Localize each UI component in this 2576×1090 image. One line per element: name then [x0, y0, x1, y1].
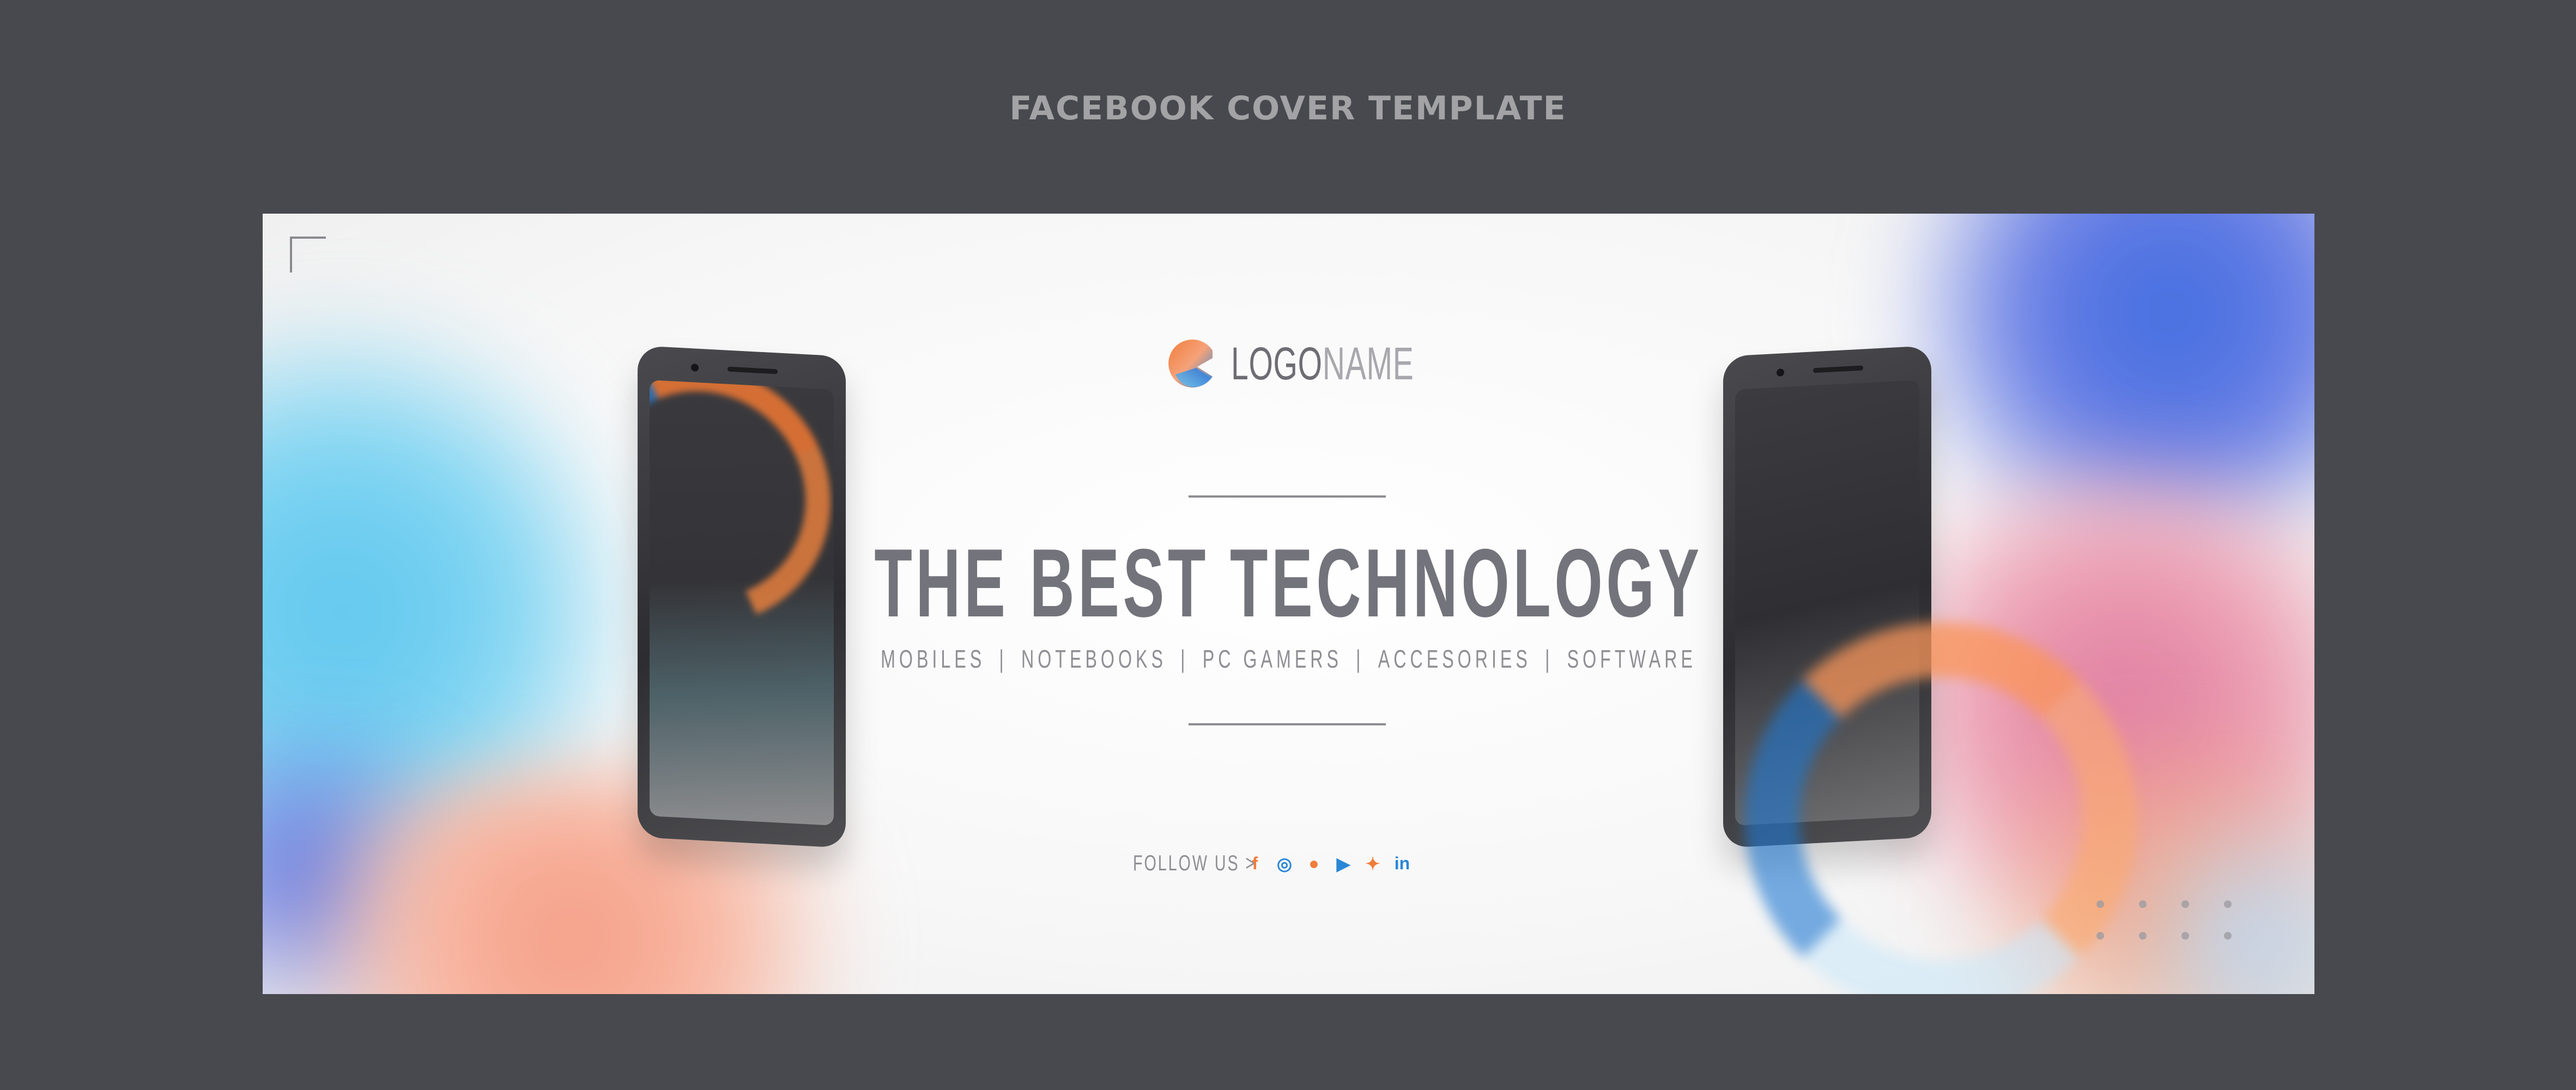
category-separator: |: [999, 645, 1008, 673]
category-item: NOTEBOOKS: [1021, 645, 1167, 673]
logo-text-bold: LOGO: [1231, 337, 1323, 389]
decorative-dot: [2181, 932, 2189, 940]
decorative-dot: [2224, 900, 2232, 908]
decorative-dot: [2224, 932, 2232, 940]
logo: LOGONAME: [1165, 336, 1500, 391]
decorative-dot: [2139, 932, 2147, 940]
phone-camera-icon: [691, 364, 699, 372]
corner-bracket-icon: [290, 237, 326, 272]
logo-text-light: NAME: [1322, 337, 1414, 389]
divider-top: [1189, 495, 1386, 498]
decorative-dot: [2096, 932, 2104, 940]
category-separator: |: [1545, 645, 1554, 673]
category-separator: |: [1356, 645, 1365, 673]
category-separator: |: [1180, 645, 1189, 673]
category-list: MOBILES | NOTEBOOKS | PC GAMERS | ACCESORIES | S…: [571, 644, 2007, 674]
category-item: MOBILES: [881, 645, 986, 673]
page: FACEBOOK COVER TEMPLATE LOGONAME THE BES…: [0, 0, 2576, 1090]
page-heading: FACEBOOK COVER TEMPLATE: [1009, 89, 1567, 128]
gradient-ring-right: [1745, 622, 2137, 994]
divider-bottom: [1189, 723, 1386, 725]
logo-mark-icon: [1168, 340, 1213, 387]
phone-speaker-icon: [1813, 365, 1863, 373]
pinterest-icon[interactable]: ●: [1304, 853, 1324, 874]
facebook-cover: LOGONAME THE BEST TECHNOLOGY MOBILES | NOT…: [263, 214, 2314, 994]
phone-camera-icon: [1777, 368, 1784, 377]
social-icons: f ◎ ● ▶ ✦ in: [1245, 853, 1413, 874]
headline: THE BEST TECHNOLOGY: [874, 529, 1703, 637]
decorative-dot: [2096, 900, 2104, 908]
logo-text: LOGONAME: [1231, 337, 1414, 390]
decorative-dot: [2139, 900, 2147, 908]
decorative-dots: [2096, 900, 2238, 949]
instagram-icon[interactable]: ◎: [1274, 853, 1295, 874]
follow-us: FOLLOW US > f ◎ ● ▶ ✦ in: [1133, 851, 1413, 876]
category-item: ACCESORIES: [1378, 645, 1531, 673]
decorative-dot: [2181, 900, 2189, 908]
youtube-icon[interactable]: ▶: [1333, 853, 1354, 874]
category-item: PC GAMERS: [1202, 645, 1342, 673]
category-item: SOFTWARE: [1567, 645, 1696, 673]
linkedin-icon[interactable]: in: [1392, 853, 1413, 874]
twitter-icon[interactable]: ✦: [1362, 853, 1383, 874]
follow-us-label: FOLLOW US >: [1133, 851, 1257, 875]
phone-speaker-icon: [728, 366, 778, 374]
